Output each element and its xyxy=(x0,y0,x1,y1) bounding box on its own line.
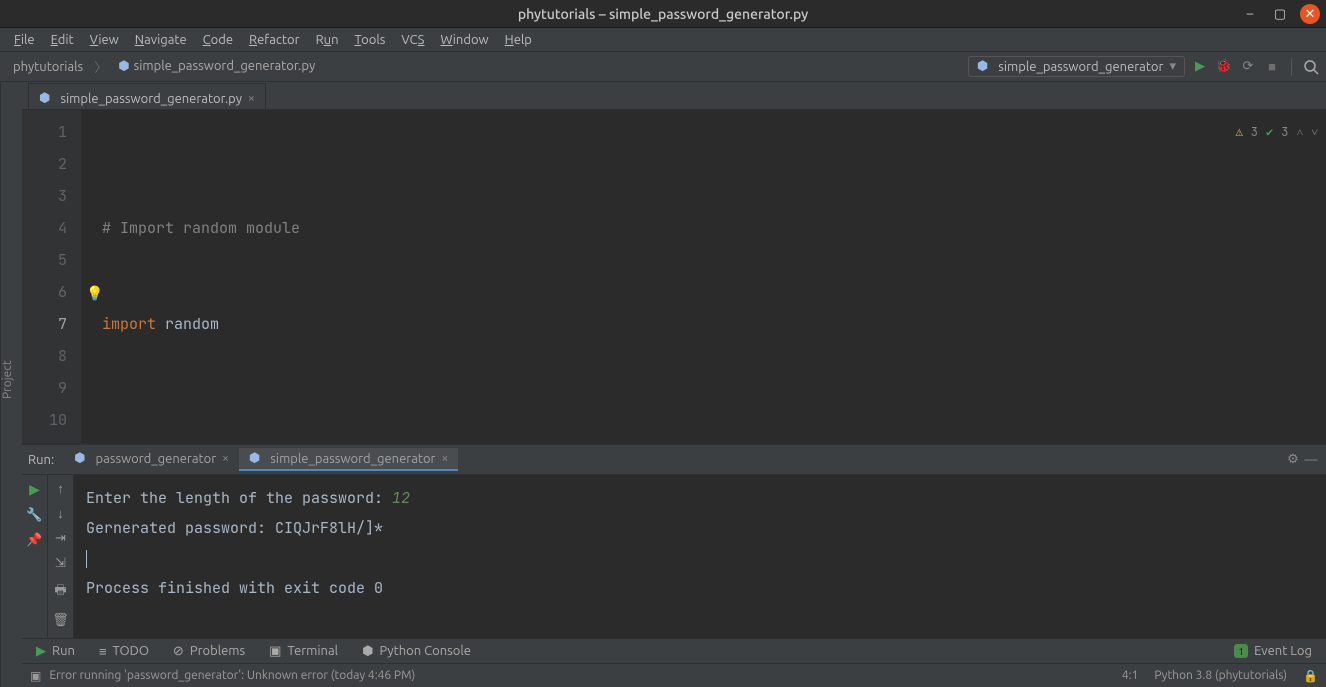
gear-icon[interactable]: ⚙ xyxy=(1284,452,1302,467)
problems-tab-button[interactable]: ⊘Problems xyxy=(163,642,255,661)
todo-tab-button[interactable]: ≡TODO xyxy=(89,642,159,661)
pin-button[interactable]: 📌 xyxy=(26,533,42,548)
gutter: 12345678910 xyxy=(22,110,82,443)
status-bar: ▣ Error running 'password_generator': Un… xyxy=(22,663,1326,687)
problems-icon: ⊘ xyxy=(173,644,184,659)
close-button[interactable]: ✕ xyxy=(1300,4,1320,24)
breadcrumb: phytutorials 〉 ⬢simple_password_generato… xyxy=(6,57,964,76)
project-tool-button[interactable]: Project xyxy=(1,360,14,399)
python-icon: ⬢ xyxy=(362,644,373,659)
caret xyxy=(86,550,87,568)
terminal-icon: ▣ xyxy=(269,644,281,659)
event-log-button[interactable]: 1 Event Log xyxy=(1234,644,1322,658)
menu-edit[interactable]: Edit xyxy=(43,31,82,49)
python-file-icon: ⬢ xyxy=(118,59,129,73)
breadcrumb-project[interactable]: phytutorials xyxy=(6,58,90,76)
event-count-badge: 1 xyxy=(1234,644,1248,658)
stop-button: ■ xyxy=(1263,58,1281,76)
code-editor[interactable]: 12345678910 💡 # Import random module imp… xyxy=(22,110,1326,443)
code-line: # Import random module xyxy=(102,218,300,238)
python-icon: ⬢ xyxy=(977,59,988,74)
editor-tab-label: simple_password_generator.py xyxy=(60,92,242,106)
title-bar: phytutorials – simple_password_generator… xyxy=(0,0,1326,28)
run-tab-2[interactable]: ⬢ simple_password_generator × xyxy=(239,448,458,471)
navigation-bar: phytutorials 〉 ⬢simple_password_generato… xyxy=(0,52,1326,82)
checkmark-icon: ✔ xyxy=(1266,116,1273,148)
search-everywhere-button[interactable] xyxy=(1302,58,1320,76)
run-tab-button[interactable]: ▶Run xyxy=(26,642,85,661)
run-panel-label: Run: xyxy=(28,453,54,467)
menu-bar: File Edit View Navigate Code Refactor Ru… xyxy=(0,28,1326,52)
minimize-button[interactable]: – xyxy=(1240,4,1260,24)
python-interpreter[interactable]: Python 3.8 (phytutorials) xyxy=(1154,669,1287,682)
chevron-right-icon: 〉 xyxy=(94,57,107,76)
print-button[interactable]: 🖶 xyxy=(54,581,66,603)
close-icon[interactable]: × xyxy=(442,452,449,465)
menu-navigate[interactable]: Navigate xyxy=(127,31,195,49)
menu-code[interactable]: Code xyxy=(195,31,241,49)
run-icon: ▶ xyxy=(36,644,46,659)
left-tool-stripe: Project Structure Favorites xyxy=(0,82,22,687)
run-config-name: simple_password_generator xyxy=(998,60,1163,74)
close-icon[interactable]: × xyxy=(248,92,255,105)
menu-file[interactable]: File xyxy=(6,31,43,49)
editor-tab[interactable]: ⬢ simple_password_generator.py × xyxy=(28,83,266,109)
terminal-tab-button[interactable]: ▣Terminal xyxy=(259,642,348,661)
chevron-down-icon[interactable]: ˅ xyxy=(1311,116,1318,148)
python-console-tab-button[interactable]: ⬢Python Console xyxy=(352,642,481,661)
scroll-end-button[interactable]: ⇲ xyxy=(55,556,66,571)
clear-button[interactable]: 🗑 xyxy=(52,613,69,628)
run-toolbar-left: ▶ 🔧 📌 xyxy=(22,475,48,638)
rerun-button[interactable]: ▶ xyxy=(29,481,40,498)
bottom-tool-stripe: ▶Run ≡TODO ⊘Problems ▣Terminal ⬢Python C… xyxy=(22,638,1326,663)
up-button[interactable]: ↑ xyxy=(57,481,64,496)
run-tab-1[interactable]: ⬢ password_generator × xyxy=(64,448,239,471)
python-icon: ⬢ xyxy=(249,451,260,466)
menu-refactor[interactable]: Refactor xyxy=(241,31,308,49)
menu-run[interactable]: Run xyxy=(308,31,347,49)
python-file-icon: ⬢ xyxy=(39,91,50,106)
close-icon[interactable]: × xyxy=(222,452,229,465)
intention-bulb-icon[interactable]: 💡 xyxy=(86,278,103,310)
python-icon: ⬢ xyxy=(74,451,85,466)
menu-window[interactable]: Window xyxy=(432,31,496,49)
menu-tools[interactable]: Tools xyxy=(347,31,394,49)
inspection-widget[interactable]: ⚠3 ✔3 ˄ ˅ xyxy=(1236,116,1318,148)
maximize-button[interactable]: ▢ xyxy=(1270,4,1290,24)
status-message: Error running 'password_generator': Unkn… xyxy=(49,669,415,682)
chevron-down-icon: ▾ xyxy=(1169,59,1176,74)
warning-icon: ⚠ xyxy=(1236,116,1243,148)
lock-icon[interactable]: 🔒 xyxy=(1303,669,1318,683)
list-icon: ≡ xyxy=(99,644,107,659)
hide-button[interactable]: — xyxy=(1302,453,1320,467)
run-toolbar-left2: ↑ ↓ ⇥ ⇲ 🖶 🗑 xyxy=(48,475,74,638)
run-tool-window: Run: ⬢ password_generator × ⬢ simple_pas… xyxy=(22,443,1326,638)
menu-help[interactable]: Help xyxy=(497,31,540,49)
editor-tabs: ⬢ simple_password_generator.py × xyxy=(22,82,1326,110)
chevron-up-icon[interactable]: ˄ xyxy=(1296,116,1303,148)
window-title: phytutorials – simple_password_generator… xyxy=(518,6,808,22)
menu-view[interactable]: View xyxy=(82,31,127,49)
breadcrumb-file[interactable]: ⬢simple_password_generator.py xyxy=(111,57,322,76)
menu-vcs[interactable]: VCS xyxy=(393,31,432,49)
run-button[interactable]: ▶ xyxy=(1191,58,1209,76)
debug-button[interactable]: 🐞 xyxy=(1215,58,1233,76)
down-button[interactable]: ↓ xyxy=(57,506,64,521)
edit-config-button[interactable]: 🔧 xyxy=(26,508,42,523)
run-console[interactable]: Enter the length of the password: 12 Ger… xyxy=(74,475,1326,638)
softwrap-button[interactable]: ⇥ xyxy=(55,531,66,546)
caret-position[interactable]: 4:1 xyxy=(1122,669,1139,682)
run-coverage-button[interactable]: ⟳ xyxy=(1239,58,1257,76)
run-config-selector[interactable]: ⬢ simple_password_generator ▾ xyxy=(968,56,1185,77)
tool-window-toggle-icon[interactable]: ▣ xyxy=(30,669,41,683)
